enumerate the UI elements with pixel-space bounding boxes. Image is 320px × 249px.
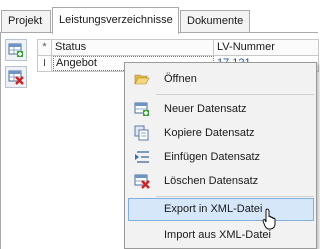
tab-leistungsverzeichnisse-label: Leistungsverzeichnisse [59, 14, 173, 26]
menu-item-label: Einfügen Datensatz [164, 151, 261, 163]
tab-projekt-label: Projekt [8, 15, 43, 27]
menu-item-kopiere-datensatz[interactable]: Kopiere Datensatz [128, 122, 314, 144]
menu-item-loeschen-datensatz[interactable]: Löschen Datensatz [128, 170, 314, 192]
tab-strip: Projekt Leistungsverzeichnisse Dokumente [0, 0, 318, 34]
menu-item-label: Öffnen [164, 73, 197, 85]
folder-open-icon [134, 74, 150, 85]
new-row-indicator: * [38, 40, 52, 55]
tab-dokumente-label: Dokumente [187, 15, 244, 27]
grid-header: * Status LV-Nummer [37, 39, 319, 56]
column-header-status[interactable]: Status [53, 40, 214, 55]
menu-item-oeffnen[interactable]: Öffnen [128, 68, 314, 90]
tab-leistungsverzeichnisse[interactable]: Leistungsverzeichnisse [52, 7, 179, 34]
menu-item-label: Kopiere Datensatz [164, 127, 255, 139]
delete-record-icon [134, 174, 150, 189]
menu-item-label: Neuer Datensatz [164, 103, 247, 115]
hand-cursor-icon [262, 208, 276, 230]
copy-record-icon [134, 125, 149, 141]
grid-add-icon [8, 43, 23, 57]
menu-item-label: Export in XML-Datei [164, 203, 263, 215]
menu-item-einfuegen-datensatz[interactable]: Einfügen Datensatz [128, 146, 314, 168]
tab-dokumente[interactable]: Dokumente [180, 10, 250, 33]
menu-separator [156, 196, 314, 197]
context-menu: Öffnen Neuer Datensatz Kopiere Datensatz [124, 62, 317, 249]
new-record-icon [134, 102, 149, 116]
menu-item-neuer-datensatz[interactable]: Neuer Datensatz [128, 98, 314, 120]
tab-projekt[interactable]: Projekt [1, 10, 51, 33]
menu-item-label: Import aus XML-Datei [164, 229, 271, 241]
menu-item-export-xml[interactable]: Export in XML-Datei [128, 198, 314, 221]
grid-delete-icon [8, 70, 24, 85]
menu-item-import-xml[interactable]: Import aus XML-Datei [128, 224, 314, 246]
insert-record-icon [135, 151, 149, 163]
add-record-button[interactable] [5, 39, 27, 61]
delete-record-button[interactable] [5, 66, 27, 88]
menu-separator [156, 94, 314, 95]
column-header-lv-nummer[interactable]: LV-Nummer [215, 40, 319, 55]
menu-item-label: Löschen Datensatz [164, 175, 259, 187]
row-indicator: I [38, 56, 52, 71]
